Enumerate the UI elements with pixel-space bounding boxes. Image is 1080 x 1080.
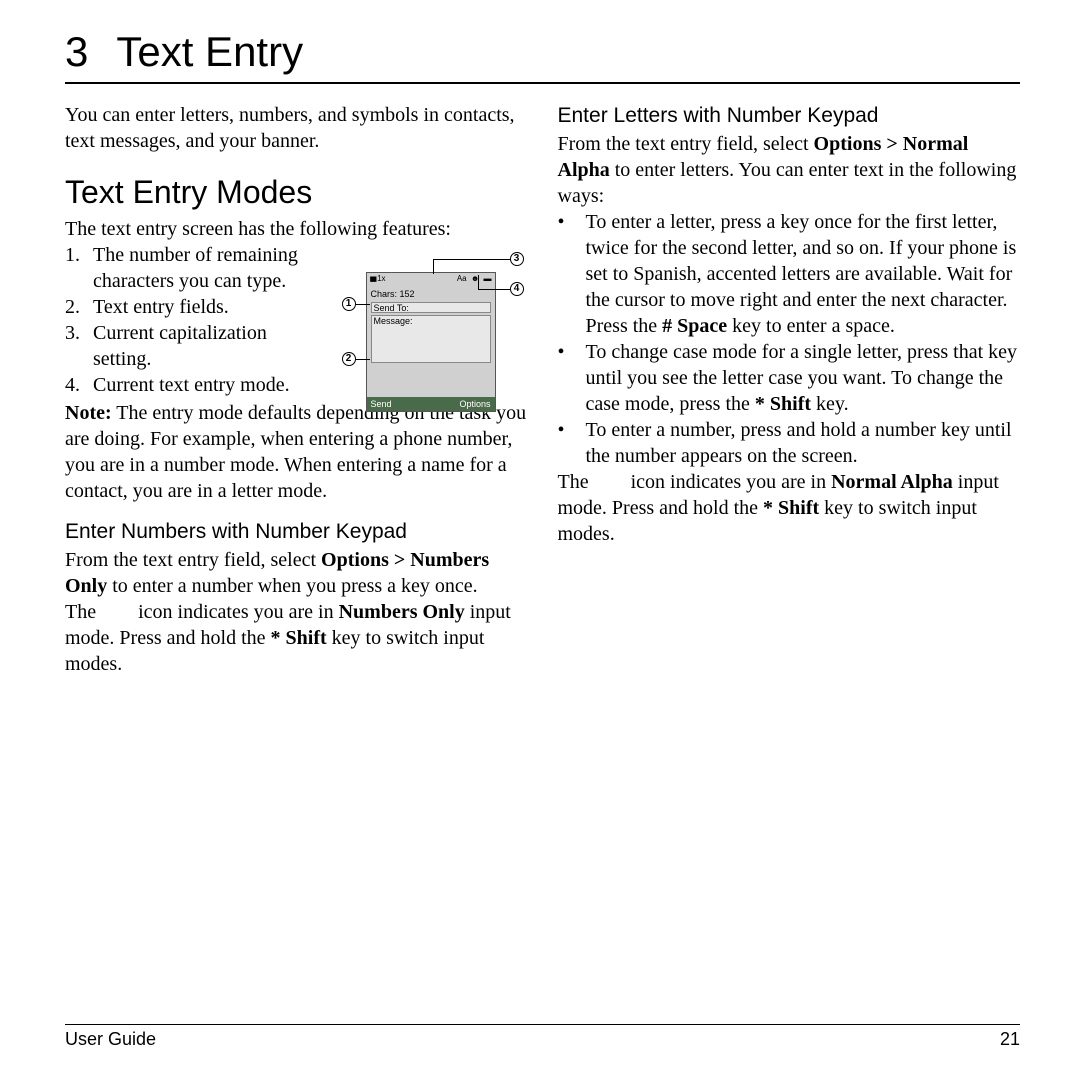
callout-4: 4 — [510, 282, 524, 296]
softkey-options: Options — [459, 397, 490, 411]
softkey-send: Send — [371, 397, 392, 411]
enter-letters-heading: Enter Letters with Number Keypad — [558, 102, 1021, 129]
numbers-paragraph-2: The icon indicates you are in Numbers On… — [65, 599, 528, 677]
note-label: Note: — [65, 402, 112, 424]
chapter-title: 3 Text Entry — [65, 28, 1020, 84]
text-entry-modes-heading: Text Entry Modes — [65, 172, 528, 214]
callout-1: 1 — [342, 297, 356, 311]
callout-3: 3 — [510, 252, 524, 266]
chars-label: Chars: 152 — [367, 287, 495, 303]
send-to-field: Send To: — [371, 302, 491, 313]
list-item: •To change case mode for a single letter… — [558, 339, 1021, 417]
letters-paragraph-2: The icon indicates you are in Normal Alp… — [558, 469, 1021, 547]
case-icon: Aa — [457, 274, 467, 283]
phone-screen-diagram: 1x Aa ☻ Chars: 152 Send To: Message: Sen… — [338, 242, 528, 422]
chapter-number: 3 — [65, 28, 88, 75]
right-column: Enter Letters with Number Keypad From th… — [558, 102, 1021, 677]
letters-paragraph-1: From the text entry field, select Option… — [558, 131, 1021, 209]
footer-page-number: 21 — [1000, 1029, 1020, 1050]
features-lead: The text entry screen has the following … — [65, 216, 528, 242]
page-footer: User Guide 21 — [65, 1024, 1020, 1050]
numbers-paragraph-1: From the text entry field, select Option… — [65, 547, 528, 599]
callout-2: 2 — [342, 352, 356, 366]
footer-left: User Guide — [65, 1029, 156, 1050]
intro-paragraph: You can enter letters, numbers, and symb… — [65, 102, 528, 154]
letters-bullet-list: •To enter a letter, press a key once for… — [558, 209, 1021, 469]
battery-icon — [484, 274, 492, 283]
message-field: Message: — [371, 315, 491, 363]
enter-numbers-heading: Enter Numbers with Number Keypad — [65, 518, 528, 545]
chapter-name: Text Entry — [116, 28, 303, 75]
signal-icon — [370, 274, 376, 283]
list-item: •To enter a number, press and hold a num… — [558, 417, 1021, 469]
left-column: You can enter letters, numbers, and symb… — [65, 102, 528, 677]
list-item: •To enter a letter, press a key once for… — [558, 209, 1021, 339]
